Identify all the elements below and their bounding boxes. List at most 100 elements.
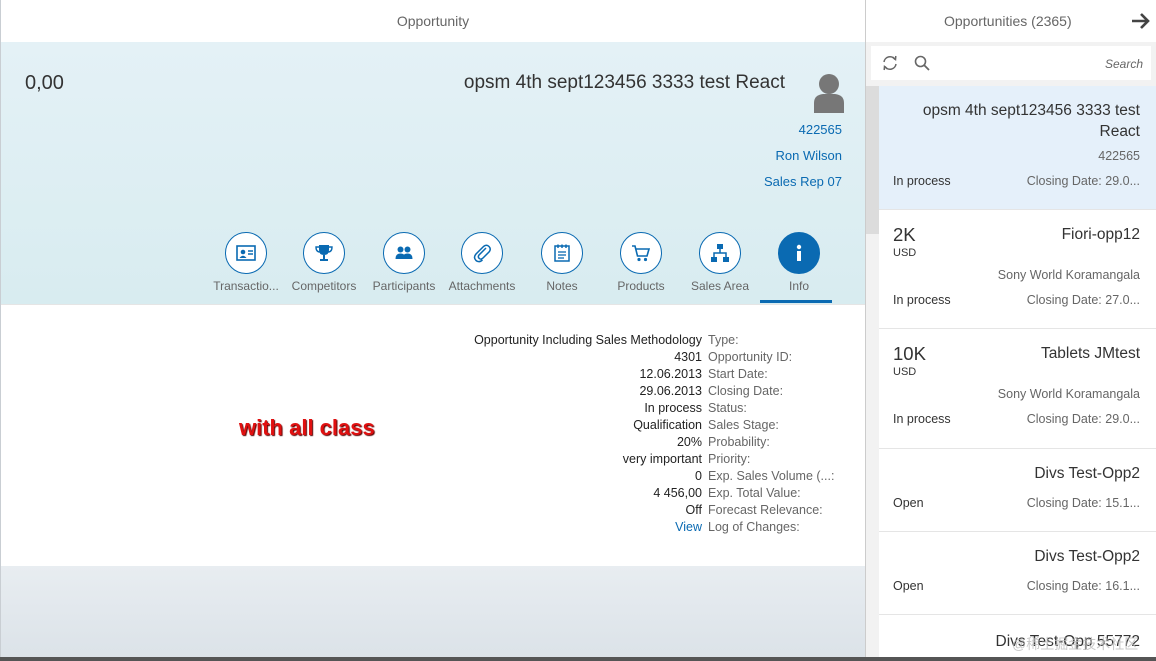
info-value: very important xyxy=(622,452,702,466)
info-row: 0 Exp. Sales Volume (...: xyxy=(1,469,865,486)
list-item[interactable]: opsm 4th sept123456 3333 test React 4225… xyxy=(879,86,1156,210)
org-chart-icon xyxy=(711,244,729,262)
info-value: 20% xyxy=(676,435,702,449)
tab-label: Sales Area xyxy=(690,279,750,293)
view-log-link[interactable]: View xyxy=(675,520,702,534)
info-row: In process Status: xyxy=(1,401,865,418)
item-title: Tablets JMtest xyxy=(1040,345,1140,362)
tab-attachments[interactable]: Attachments xyxy=(442,232,522,293)
tab-label: Products xyxy=(617,279,665,293)
info-label: Exp. Sales Volume (...: xyxy=(708,469,835,483)
info-value: Off xyxy=(685,503,702,517)
detail-footer xyxy=(1,566,865,661)
info-value: Qualification xyxy=(633,418,702,432)
info-label: Status: xyxy=(708,401,747,415)
group-icon xyxy=(395,246,413,259)
icon-tab-bar: Transactio... Competitors Participants A… xyxy=(1,232,865,304)
search-input[interactable] xyxy=(941,52,1145,76)
tab-label: Participants xyxy=(372,279,436,293)
item-closing-date: Closing Date: 15.1... xyxy=(1026,496,1140,510)
arrow-right-icon[interactable] xyxy=(1130,11,1152,31)
info-row: Opportunity Including Sales Methodology T… xyxy=(1,333,865,350)
item-title: Fiori-opp12 xyxy=(1061,226,1140,243)
object-attribute-id[interactable]: 422565 xyxy=(799,122,842,137)
info-row: Off Forecast Relevance: xyxy=(1,503,865,520)
master-title: Opportunities (2365) xyxy=(944,13,1072,29)
info-label: Sales Stage: xyxy=(708,418,779,432)
object-attribute-rep[interactable]: Sales Rep 07 xyxy=(764,174,842,189)
item-title: opsm 4th sept123456 3333 test React xyxy=(922,102,1140,140)
notes-icon xyxy=(554,244,570,262)
tab-transactions[interactable]: Transactio... xyxy=(206,232,286,293)
info-row: 4 456,00 Exp. Total Value: xyxy=(1,486,865,503)
info-value: 4301 xyxy=(674,350,702,364)
info-row: very important Priority: xyxy=(1,452,865,469)
item-status: Open xyxy=(893,579,924,593)
item-closing-date: Closing Date: 27.0... xyxy=(1026,293,1140,307)
search-bar xyxy=(871,46,1151,80)
contact-card-icon xyxy=(236,245,256,261)
opportunity-list: opsm 4th sept123456 3333 test React 4225… xyxy=(879,86,1156,661)
tab-products[interactable]: Products xyxy=(601,232,681,293)
info-label: Exp. Total Value: xyxy=(708,486,801,500)
info-label: Priority: xyxy=(708,452,751,466)
item-number: 10K xyxy=(893,343,926,364)
tab-label: Info xyxy=(788,279,809,293)
info-value: 12.06.2013 xyxy=(639,367,702,381)
active-tab-indicator xyxy=(760,300,832,303)
item-attribute: Sony World Koramangala xyxy=(997,268,1140,282)
item-status: In process xyxy=(893,174,951,188)
window-bottom-edge xyxy=(0,657,1156,661)
item-unit: USD xyxy=(893,247,917,259)
tab-competitors[interactable]: Competitors xyxy=(284,232,364,293)
info-row: 4301 Opportunity ID: xyxy=(1,350,865,367)
master-header: Opportunities (2365) xyxy=(866,0,1156,42)
info-row: Qualification Sales Stage: xyxy=(1,418,865,435)
info-value: In process xyxy=(644,401,702,415)
tab-label: Attachments xyxy=(448,279,516,293)
info-icon xyxy=(796,244,802,261)
app-root: Opportunity 0,00 opsm 4th sept123456 333… xyxy=(0,0,1156,661)
search-icon[interactable] xyxy=(913,54,931,72)
info-row: View Log of Changes: xyxy=(1,520,865,537)
item-unit: USD xyxy=(893,366,917,378)
item-closing-date: Closing Date: 29.0... xyxy=(1026,412,1140,426)
list-item[interactable]: 10K USD Tablets JMtest Sony World Korama… xyxy=(879,329,1156,449)
watermark: @稀土掘金技术社区 xyxy=(1012,636,1139,652)
info-row: 12.06.2013 Start Date: xyxy=(1,367,865,384)
list-item[interactable]: 2K USD Fiori-opp12 Sony World Koramangal… xyxy=(879,210,1156,329)
tab-info[interactable]: Info xyxy=(759,232,839,303)
object-attribute-owner[interactable]: Ron Wilson xyxy=(776,148,842,163)
detail-page: Opportunity 0,00 opsm 4th sept123456 333… xyxy=(0,0,865,661)
info-label: Start Date: xyxy=(708,367,768,381)
item-attribute: Sony World Koramangala xyxy=(997,387,1140,401)
tab-label: Transactio... xyxy=(213,279,279,293)
item-attribute: 422565 xyxy=(1098,149,1140,163)
cart-icon xyxy=(632,245,651,262)
tab-participants[interactable]: Participants xyxy=(364,232,444,293)
item-status: Open xyxy=(893,496,924,510)
detail-header: Opportunity xyxy=(1,0,865,43)
person-icon xyxy=(814,74,844,113)
info-label: Probability: xyxy=(708,435,770,449)
info-row: 20% Probability: xyxy=(1,435,865,452)
scrollbar[interactable] xyxy=(866,86,879,234)
info-value: 29.06.2013 xyxy=(639,384,702,398)
tab-label: Competitors xyxy=(291,279,357,293)
master-list-page: Opportunities (2365) opsm 4th sept1234 xyxy=(865,0,1156,661)
tab-sales-area[interactable]: Sales Area xyxy=(680,232,760,293)
info-label: Closing Date: xyxy=(708,384,784,398)
list-item[interactable]: Divs Test-Opp2 Open Closing Date: 15.1..… xyxy=(879,449,1156,532)
list-item[interactable]: Divs Test-Opp2 Open Closing Date: 16.1..… xyxy=(879,532,1156,615)
tab-notes[interactable]: Notes xyxy=(522,232,602,293)
item-closing-date: Closing Date: 16.1... xyxy=(1026,579,1140,593)
item-title: Divs Test-Opp2 xyxy=(1034,465,1140,482)
info-panel: Opportunity Including Sales Methodology T… xyxy=(1,304,865,567)
object-title: opsm 4th sept123456 3333 test React xyxy=(463,72,785,93)
object-number: 0,00 xyxy=(25,72,64,94)
paperclip-icon xyxy=(473,244,491,263)
tab-label: Notes xyxy=(546,279,578,293)
item-status: In process xyxy=(893,412,951,426)
refresh-icon[interactable] xyxy=(881,54,899,72)
info-value: 0 xyxy=(695,469,702,483)
